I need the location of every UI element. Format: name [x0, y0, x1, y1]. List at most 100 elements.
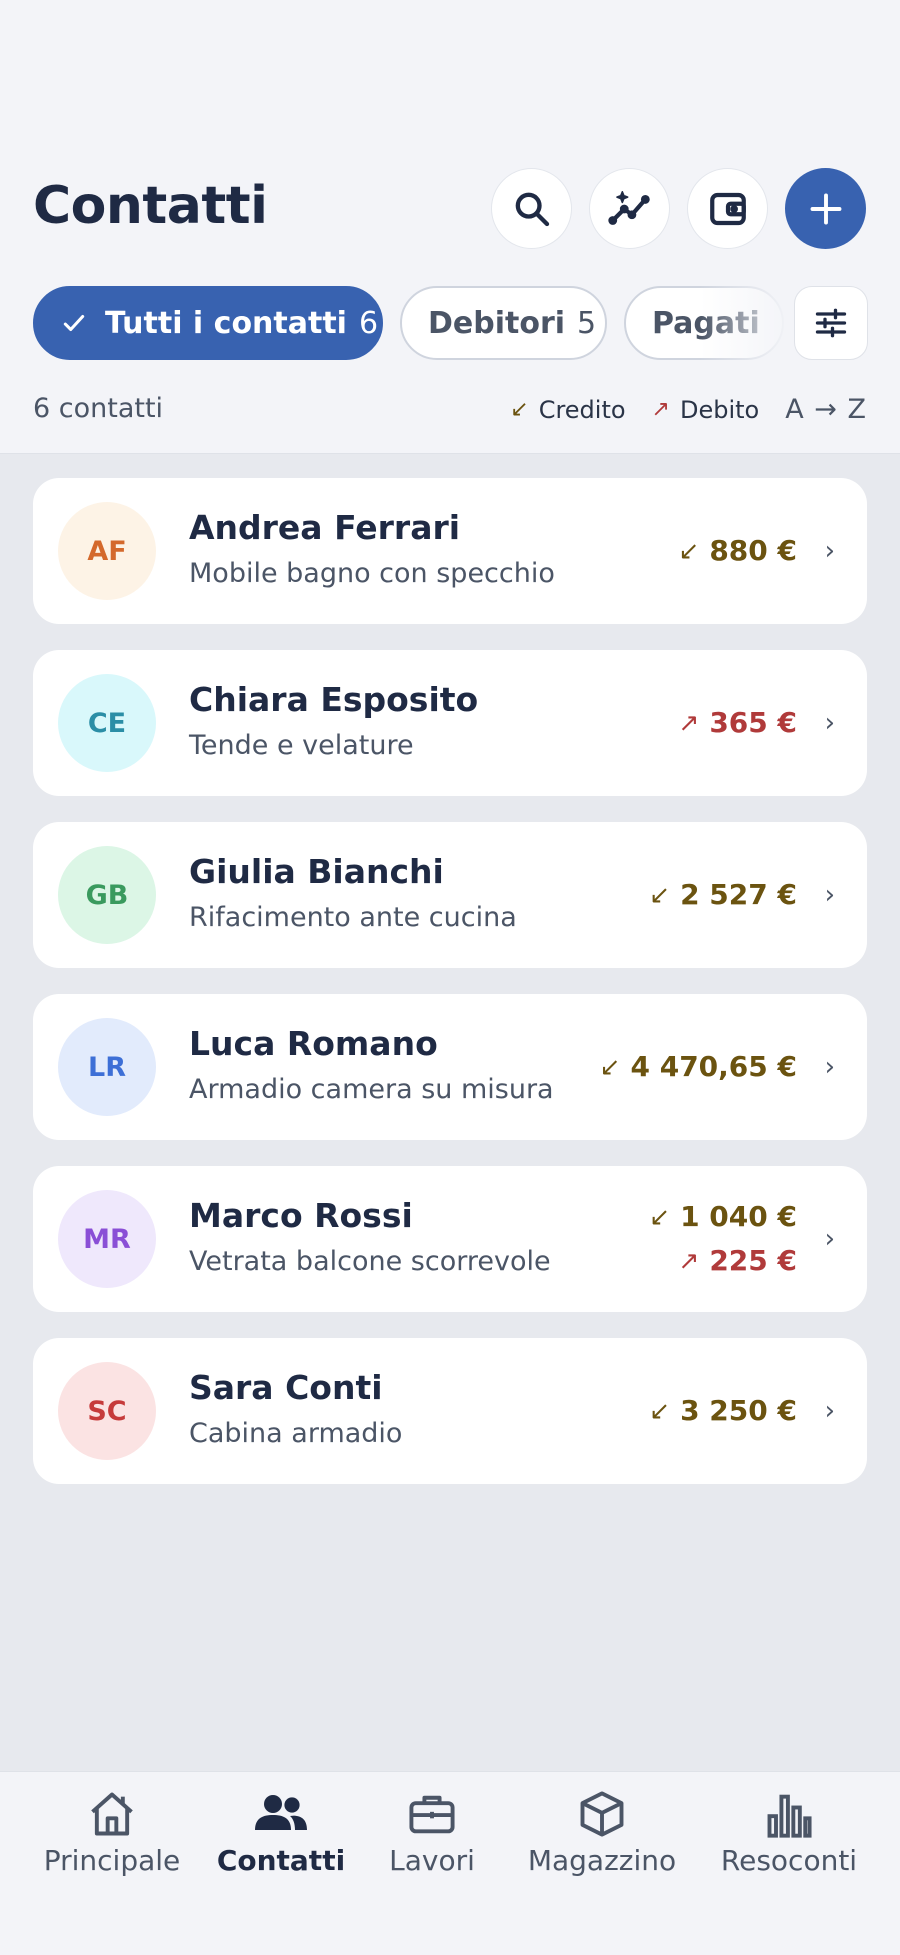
tab-principale[interactable]: Principale [40, 1786, 184, 1877]
avatar: AF [58, 502, 156, 600]
amount-value: 225 € [709, 1244, 797, 1277]
avatar: LR [58, 1018, 156, 1116]
amount-value: 4 470,65 € [630, 1050, 797, 1083]
tab-label: Principale [43, 1844, 181, 1877]
contact-card[interactable]: LR Luca Romano Armadio camera su misura … [33, 994, 867, 1140]
debit-amount: ↗ 225 € [678, 1239, 797, 1283]
wallet-button[interactable] [687, 168, 768, 249]
contact-description: Vetrata balcone scorrevole [189, 1246, 551, 1277]
credit-arrow-icon: ↙ [510, 397, 529, 422]
debit-arrow-icon: ↗ [651, 397, 670, 422]
contact-card[interactable]: AF Andrea Ferrari Mobile bagno con specc… [33, 478, 867, 624]
bar-chart-icon [765, 1786, 813, 1842]
amount-value: 2 527 € [680, 878, 797, 911]
amount-value: 880 € [709, 534, 797, 567]
avatar: GB [58, 846, 156, 944]
chip-all-contacts[interactable]: Tutti i contatti 6 [33, 286, 383, 360]
chip-count: 6 [358, 305, 379, 341]
avatar: MR [58, 1190, 156, 1288]
tab-contatti[interactable]: Contatti [216, 1786, 346, 1877]
check-icon [61, 310, 87, 336]
legend-debit-label: Debito [679, 395, 760, 424]
tab-label: Resoconti [720, 1844, 858, 1877]
box-icon [576, 1786, 628, 1842]
chevron-right-icon: › [824, 708, 835, 738]
tab-resoconti[interactable]: Resoconti [716, 1786, 862, 1877]
insights-button[interactable] [589, 168, 670, 249]
sliders-icon [815, 308, 847, 338]
legend-debit: ↗ Debito [652, 396, 760, 424]
contact-card[interactable]: MR Marco Rossi Vetrata balcone scorrevol… [33, 1166, 867, 1312]
chip-scroll-fade [700, 282, 792, 364]
chevron-right-icon: › [824, 1396, 835, 1426]
balance: ↙ 3 250 € [649, 1338, 797, 1484]
credit-arrow-icon: ↙ [649, 1396, 671, 1425]
contact-name: Andrea Ferrari [189, 508, 461, 547]
amount-value: 365 € [709, 706, 797, 739]
sparkle-chart-icon [607, 190, 650, 225]
briefcase-icon [406, 1786, 458, 1842]
tab-magazzino[interactable]: Magazzino [522, 1786, 682, 1877]
credit-amount: ↙ 1 040 € [649, 1195, 797, 1239]
tab-label: Contatti [216, 1844, 346, 1877]
contact-card[interactable]: GB Giulia Bianchi Rifacimento ante cucin… [33, 822, 867, 968]
debit-arrow-icon: ↗ [678, 708, 700, 737]
credit-arrow-icon: ↙ [649, 1202, 671, 1231]
contact-description: Rifacimento ante cucina [189, 902, 517, 933]
contact-name: Giulia Bianchi [189, 852, 444, 891]
legend-credit: ↙ Credito [510, 396, 625, 424]
contact-card[interactable]: CE Chiara Esposito Tende e velature ↗ 365… [33, 650, 867, 796]
contact-count: 6 contatti [33, 393, 164, 424]
chevron-right-icon: › [824, 880, 835, 910]
balance: ↙ 2 527 € [649, 822, 797, 968]
legend-credit-label: Credito [538, 395, 626, 424]
balance: ↗ 365 € [678, 650, 797, 796]
legend: ↙ Credito ↗ Debito A → Z [484, 394, 867, 425]
avatar: CE [58, 674, 156, 772]
amount-value: 3 250 € [680, 1394, 797, 1427]
chip-label: Debitori [428, 305, 566, 341]
header-area: Contatti Tutti i contatti 6 Debitori 5 P… [0, 0, 900, 454]
amount-value: 1 040 € [680, 1200, 797, 1233]
contact-name: Marco Rossi [189, 1196, 413, 1235]
contacts-list: AF Andrea Ferrari Mobile bagno con specc… [0, 454, 900, 1771]
contact-name: Chiara Esposito [189, 680, 479, 719]
avatar: SC [58, 1362, 156, 1460]
bottom-tab-bar: Principale Contatti Lavori Magazzino Res… [0, 1771, 900, 1955]
contact-name: Sara Conti [189, 1368, 383, 1407]
credit-arrow-icon: ↙ [678, 536, 700, 565]
balance: ↙ 880 € [678, 478, 797, 624]
search-icon [515, 192, 549, 226]
chevron-right-icon: › [824, 536, 835, 566]
chip-debtors[interactable]: Debitori 5 [400, 286, 607, 360]
debit-amount: ↗ 365 € [678, 701, 797, 745]
search-button[interactable] [491, 168, 572, 249]
credit-amount: ↙ 3 250 € [649, 1389, 797, 1433]
contact-card[interactable]: SC Sara Conti Cabina armadio ↙ 3 250 € › [33, 1338, 867, 1484]
filter-button[interactable] [794, 286, 868, 360]
chip-label: Tutti i contatti [105, 305, 347, 341]
chip-count: 5 [577, 305, 597, 341]
contact-description: Cabina armadio [189, 1418, 403, 1449]
home-icon [86, 1786, 138, 1842]
credit-arrow-icon: ↙ [599, 1052, 621, 1081]
contact-description: Mobile bagno con specchio [189, 558, 555, 589]
add-contact-button[interactable] [785, 168, 866, 249]
credit-arrow-icon: ↙ [649, 880, 671, 909]
chevron-right-icon: › [824, 1224, 835, 1254]
wallet-icon [709, 192, 746, 225]
page-title: Contatti [33, 176, 268, 236]
credit-amount: ↙ 880 € [678, 529, 797, 573]
sort-toggle[interactable]: A → Z [785, 394, 867, 425]
chevron-right-icon: › [824, 1052, 835, 1082]
balance: ↙ 4 470,65 € [600, 994, 797, 1140]
tab-lavori[interactable]: Lavori [384, 1786, 480, 1877]
credit-amount: ↙ 4 470,65 € [600, 1045, 797, 1089]
plus-icon [810, 193, 841, 224]
contact-description: Armadio camera su misura [189, 1074, 554, 1105]
tab-label: Lavori [389, 1844, 475, 1877]
balance: ↙ 1 040 € ↗ 225 € [649, 1166, 797, 1312]
people-icon [253, 1786, 309, 1842]
contact-description: Tende e velature [189, 730, 414, 761]
credit-amount: ↙ 2 527 € [649, 873, 797, 917]
